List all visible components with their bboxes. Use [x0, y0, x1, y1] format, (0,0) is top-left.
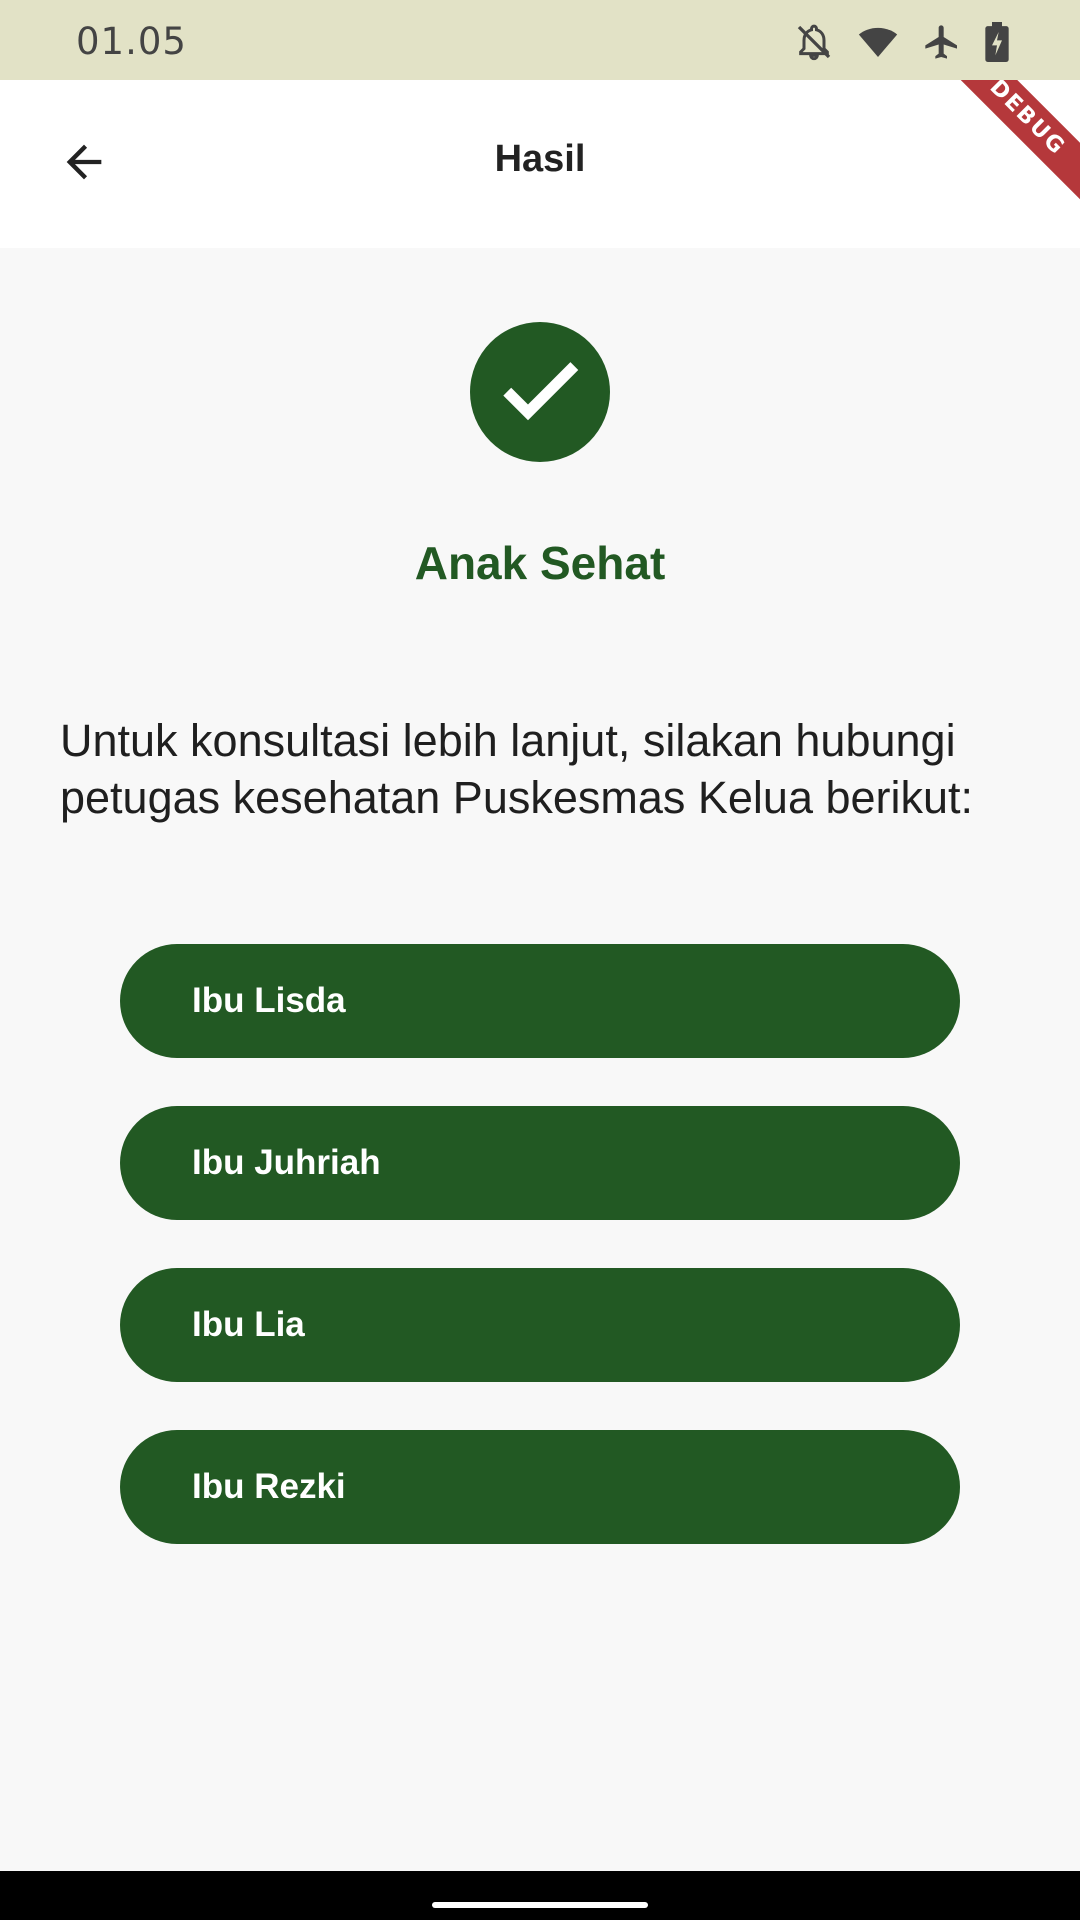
battery-charging-icon: [984, 22, 1010, 62]
check-icon: [492, 342, 588, 443]
contact-button-ibu-juhriah[interactable]: Ibu Juhriah: [120, 1106, 960, 1220]
home-indicator[interactable]: [432, 1902, 648, 1908]
page-title: Hasil: [494, 138, 586, 180]
success-badge: [470, 322, 610, 462]
consultation-message: Untuk konsultasi lebih lanjut, silakan h…: [60, 715, 974, 823]
wifi-icon: [856, 22, 900, 62]
contact-list: Ibu Lisda Ibu Juhriah Ibu Lia Ibu Rezki: [120, 944, 960, 1592]
contact-button-ibu-lia[interactable]: Ibu Lia: [120, 1268, 960, 1382]
status-bar: 01.05: [0, 0, 1080, 80]
contact-button-ibu-rezki[interactable]: Ibu Rezki: [120, 1430, 960, 1544]
app-bar: Hasil DEBUG: [0, 80, 1080, 248]
notifications-off-icon: [794, 22, 834, 62]
result-title: Anak Sehat: [414, 537, 666, 589]
contact-button-ibu-lisda[interactable]: Ibu Lisda: [120, 944, 960, 1058]
status-time: 01.05: [76, 20, 187, 63]
system-navigation-bar: [0, 1871, 1080, 1920]
airplane-mode-icon: [922, 22, 962, 62]
status-icons: [794, 22, 1010, 62]
